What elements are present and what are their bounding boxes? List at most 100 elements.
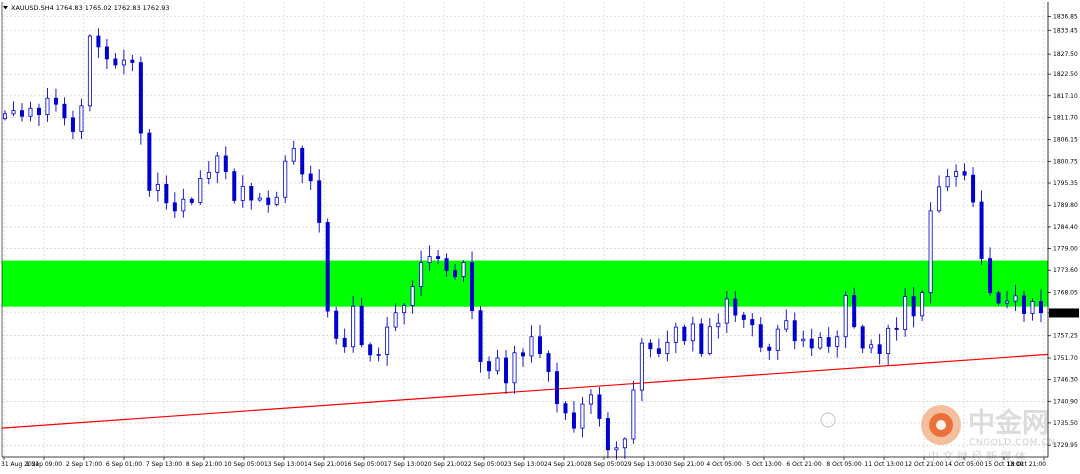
candle[interactable]: [869, 339, 874, 354]
candle[interactable]: [36, 103, 41, 127]
candle[interactable]: [792, 312, 797, 350]
candle[interactable]: [28, 101, 33, 122]
candle[interactable]: [1030, 298, 1035, 321]
candle[interactable]: [622, 437, 627, 459]
candle[interactable]: [393, 303, 398, 332]
candle[interactable]: [512, 345, 517, 394]
candle[interactable]: [368, 342, 373, 362]
candle[interactable]: [487, 356, 492, 380]
candle[interactable]: [571, 401, 576, 433]
candle[interactable]: [495, 349, 500, 375]
candle[interactable]: [291, 140, 296, 165]
candle[interactable]: [818, 332, 823, 350]
candle[interactable]: [860, 324, 865, 353]
candle[interactable]: [402, 302, 407, 325]
candle[interactable]: [605, 412, 610, 459]
candle[interactable]: [741, 312, 746, 328]
candle[interactable]: [385, 317, 390, 366]
candle[interactable]: [53, 88, 58, 112]
candle[interactable]: [971, 167, 976, 207]
candle[interactable]: [79, 98, 84, 140]
candle[interactable]: [138, 56, 143, 145]
candle[interactable]: [87, 34, 92, 112]
candle[interactable]: [232, 168, 237, 204]
candle[interactable]: [45, 88, 50, 122]
candle[interactable]: [274, 191, 279, 207]
candle[interactable]: [716, 313, 721, 339]
candle[interactable]: [826, 327, 831, 353]
candle[interactable]: [937, 175, 942, 213]
candle[interactable]: [835, 330, 840, 358]
candle[interactable]: [155, 172, 160, 202]
candle[interactable]: [597, 387, 602, 427]
candle[interactable]: [504, 350, 509, 394]
candle[interactable]: [300, 145, 305, 184]
candle[interactable]: [147, 129, 152, 197]
candle[interactable]: [189, 197, 194, 206]
candle[interactable]: [979, 190, 984, 265]
candle[interactable]: [954, 164, 959, 187]
candle[interactable]: [750, 313, 755, 337]
candle[interactable]: [257, 192, 262, 202]
candle[interactable]: [325, 218, 330, 318]
candle[interactable]: [546, 350, 551, 382]
candle[interactable]: [215, 151, 220, 184]
candle[interactable]: [283, 155, 288, 203]
candle[interactable]: [478, 306, 483, 373]
candle[interactable]: [690, 316, 695, 352]
candle[interactable]: [342, 328, 347, 353]
candle[interactable]: [317, 169, 322, 233]
candle[interactable]: [648, 339, 653, 358]
candle[interactable]: [70, 110, 75, 140]
candle[interactable]: [894, 317, 899, 341]
candle[interactable]: [1022, 290, 1027, 322]
candle[interactable]: [62, 97, 67, 126]
candle[interactable]: [588, 389, 593, 414]
candle[interactable]: [843, 291, 848, 349]
candle[interactable]: [945, 168, 950, 192]
candle[interactable]: [656, 338, 661, 358]
candle[interactable]: [962, 163, 967, 181]
candle[interactable]: [580, 396, 585, 438]
candle[interactable]: [96, 28, 101, 59]
candles[interactable]: [3, 28, 1044, 460]
candle[interactable]: [529, 325, 534, 363]
candle[interactable]: [775, 324, 780, 361]
candle[interactable]: [266, 190, 271, 213]
candle[interactable]: [767, 343, 772, 360]
candle[interactable]: [809, 328, 814, 357]
candle[interactable]: [334, 306, 339, 345]
candle[interactable]: [172, 192, 177, 218]
candle[interactable]: [665, 330, 670, 362]
candle[interactable]: [308, 165, 313, 190]
candle[interactable]: [988, 247, 993, 296]
candle[interactable]: [181, 188, 186, 218]
candle[interactable]: [104, 38, 109, 69]
candle[interactable]: [639, 338, 644, 402]
candle[interactable]: [877, 333, 882, 365]
candle[interactable]: [376, 347, 381, 362]
candle[interactable]: [928, 202, 933, 304]
candle[interactable]: [673, 322, 678, 354]
candle[interactable]: [206, 161, 211, 185]
candle[interactable]: [11, 101, 16, 117]
candle[interactable]: [631, 380, 636, 444]
candle[interactable]: [19, 103, 24, 122]
candle[interactable]: [758, 317, 763, 353]
candle[interactable]: [996, 290, 1001, 306]
candle[interactable]: [920, 290, 925, 322]
price-chart[interactable]: 中金网 CNGOLD.COM.CN 中 文 财 经 新 媒 体 1836.85 1…: [0, 0, 1080, 474]
candle[interactable]: [554, 362, 559, 413]
candle[interactable]: [121, 49, 126, 75]
chart-canvas[interactable]: 中金网 CNGOLD.COM.CN 中 文 财 经 新 媒 体 1836.851…: [0, 0, 1080, 474]
candle[interactable]: [537, 325, 542, 359]
candle[interactable]: [164, 175, 169, 210]
candle[interactable]: [682, 324, 687, 345]
candle[interactable]: [198, 170, 203, 205]
candle[interactable]: [699, 318, 704, 358]
candle[interactable]: [886, 324, 891, 366]
candle[interactable]: [113, 53, 118, 69]
candle[interactable]: [801, 330, 806, 347]
candle[interactable]: [563, 401, 568, 420]
candle[interactable]: [130, 54, 135, 72]
